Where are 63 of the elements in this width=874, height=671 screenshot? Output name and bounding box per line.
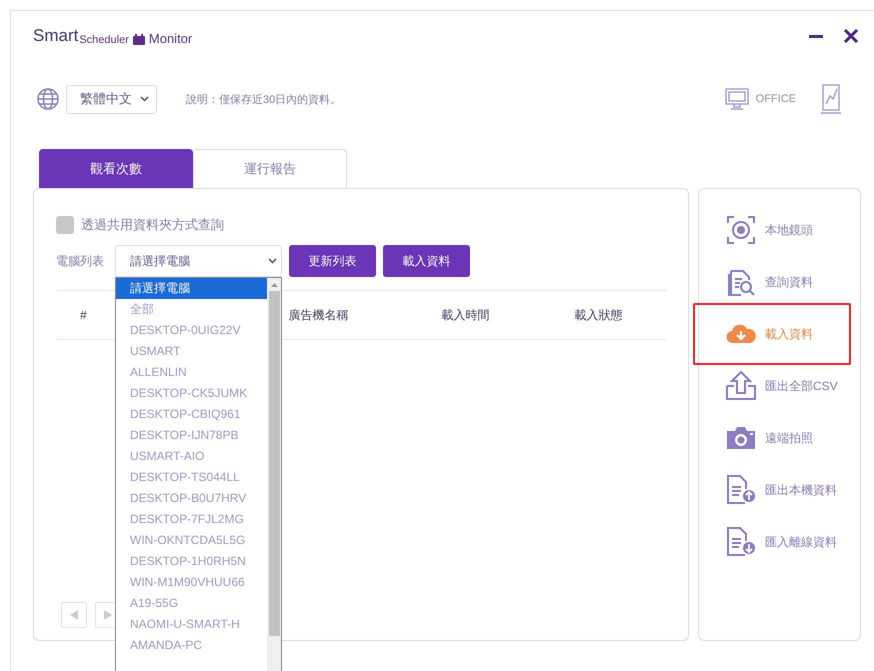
document-upload-icon bbox=[726, 475, 756, 505]
sidebar-item[interactable]: 遠端拍照 bbox=[693, 417, 851, 459]
cloud-download-icon bbox=[726, 324, 756, 344]
checkbox[interactable] bbox=[56, 216, 74, 234]
dropdown-option[interactable]: USMART-AIO bbox=[116, 446, 267, 467]
column-header: 廣告機名稱 bbox=[288, 306, 350, 324]
monitor-icon bbox=[724, 88, 749, 110]
triangle-left-icon bbox=[70, 610, 78, 620]
camera-icon bbox=[726, 426, 756, 450]
chevron-down-icon bbox=[268, 258, 277, 264]
dropdown-option[interactable]: USMART bbox=[116, 341, 267, 362]
action-button[interactable]: 載入資料 bbox=[383, 245, 470, 277]
scroll-up-icon bbox=[270, 283, 278, 287]
globe-icon bbox=[37, 88, 59, 110]
triangle-right-icon bbox=[104, 610, 112, 620]
dropdown-option[interactable]: 全部 bbox=[116, 299, 267, 320]
calendar-icon bbox=[132, 34, 146, 46]
dropdown-option[interactable]: DESKTOP-7FJL2MG bbox=[116, 509, 267, 530]
dropdown-option[interactable]: DESKTOP-CK5JUMK bbox=[116, 383, 267, 404]
dropdown-option[interactable]: ALLENLIN bbox=[116, 362, 267, 383]
previous-page-button[interactable] bbox=[61, 602, 87, 628]
mode-label: OFFICE bbox=[756, 93, 796, 105]
sidebar-item[interactable]: 載入資料 bbox=[693, 303, 851, 365]
dropdown-option[interactable]: DESKTOP-B0U7HRV bbox=[116, 488, 267, 509]
checkbox-label: 透過共用資料夾方式查詢 bbox=[81, 216, 224, 234]
tab[interactable]: 運行報告 bbox=[193, 149, 347, 188]
dropdown-option[interactable]: DESKTOP-CBIQ961 bbox=[116, 404, 267, 425]
sidebar-item[interactable]: 匯出本機資料 bbox=[693, 469, 851, 511]
action-button[interactable]: 更新列表 bbox=[289, 245, 376, 277]
column-header: 載入時間 bbox=[442, 306, 491, 324]
upload-icon bbox=[726, 371, 756, 401]
logo-text: Smart bbox=[33, 26, 78, 46]
sidebar-item[interactable]: 本地鏡頭 bbox=[693, 209, 851, 251]
dropdown-option[interactable]: DESKTOP-0UIG22V bbox=[116, 320, 267, 341]
kiosk-icon bbox=[820, 84, 842, 114]
document-download-icon bbox=[726, 527, 756, 557]
dropdown-option[interactable]: WIN-OKNTCDA5L5G bbox=[116, 530, 267, 551]
field-label: 電腦列表 bbox=[56, 252, 105, 270]
scrollbar-thumb[interactable] bbox=[268, 291, 280, 636]
dropdown-option[interactable]: WIN-M1M90VHUU66 bbox=[116, 572, 267, 593]
close-icon[interactable] bbox=[844, 29, 858, 43]
column-header: 載入狀態 bbox=[574, 306, 623, 324]
document-search-icon bbox=[727, 267, 755, 297]
sidebar-item[interactable]: 查詢資料 bbox=[693, 261, 851, 303]
dropdown-option[interactable]: A19-55G bbox=[116, 593, 267, 614]
sidebar-item[interactable]: 匯出全部CSV bbox=[693, 365, 851, 407]
note-text: 說明：僅保存近30日內的資料。 bbox=[186, 92, 342, 106]
dropdown-option[interactable]: DESKTOP-TS044LL bbox=[116, 467, 267, 488]
dropdown-option[interactable]: NAOMI-U-SMART-H bbox=[116, 614, 267, 635]
language-select[interactable]: 繁體中文 bbox=[66, 84, 157, 114]
logo-text: Monitor bbox=[148, 31, 192, 46]
lens-icon bbox=[727, 216, 755, 244]
column-header: # bbox=[80, 308, 87, 322]
dropdown-option[interactable]: DESKTOP-IJN78PB bbox=[116, 425, 267, 446]
scrollbar[interactable] bbox=[267, 278, 281, 671]
dropdown-option[interactable]: AMANDA-PC bbox=[116, 635, 267, 656]
sidebar-item[interactable]: 匯入離線資料 bbox=[693, 521, 851, 563]
tab[interactable]: 觀看次數 bbox=[39, 149, 193, 188]
computer-select[interactable]: 請選擇電腦 bbox=[115, 245, 282, 277]
logo-text: Scheduler bbox=[79, 34, 129, 46]
chevron-down-icon bbox=[140, 96, 149, 102]
dropdown-option[interactable]: 請選擇電腦 bbox=[116, 278, 267, 299]
dropdown-option[interactable]: DESKTOP-1H0RH5N bbox=[116, 551, 267, 572]
